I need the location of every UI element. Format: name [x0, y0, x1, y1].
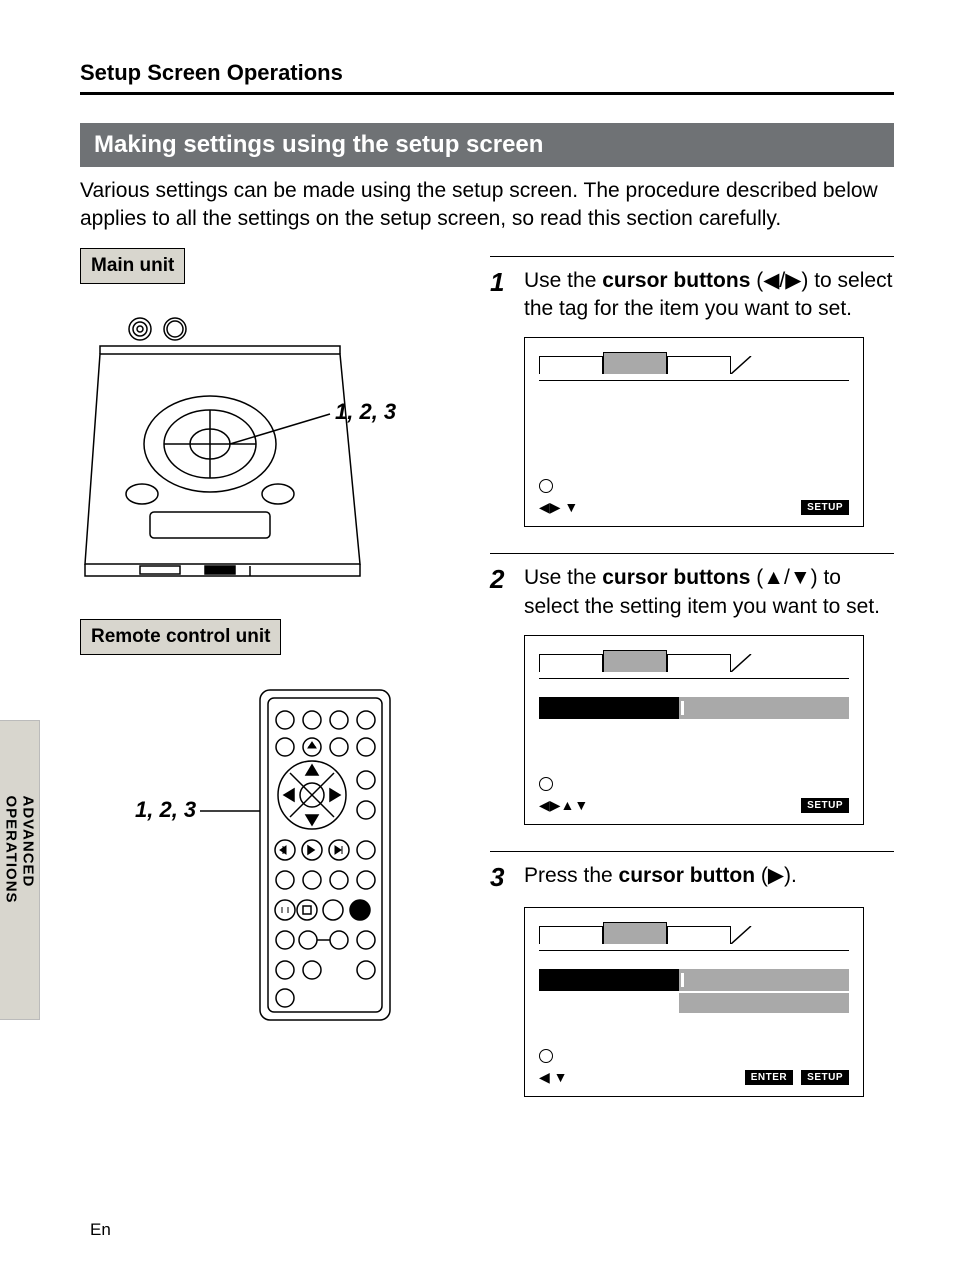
osd-tab — [539, 356, 603, 374]
intro-text: Various settings can be made using the s… — [80, 177, 894, 234]
side-tab-text: ADVANCED OPERATIONS — [3, 796, 37, 945]
leader-main-unit: 1, 2, 3 — [335, 399, 396, 425]
osd-tab — [667, 654, 731, 672]
t: cursor buttons — [602, 269, 750, 292]
osd-tab — [667, 356, 731, 374]
step-number: 3 — [490, 862, 514, 893]
step-number: 2 — [490, 564, 514, 621]
t: (◀/▶) — [750, 269, 808, 292]
t: cursor buttons — [602, 566, 750, 589]
leader-remote: 1, 2, 3 — [135, 797, 196, 823]
step-text: Use the cursor buttons (◀/▶) to select t… — [524, 267, 894, 324]
osd-screenshot-1: ◀▶ ▼ SETUP — [524, 337, 864, 527]
osd-option — [679, 993, 850, 1013]
osd-tab-slant — [731, 654, 761, 672]
section-header: Setup Screen Operations — [80, 60, 894, 86]
title-bar: Making settings using the setup screen — [80, 123, 894, 167]
step-text: Press the cursor button (▶). — [524, 862, 797, 893]
enter-badge: ENTER — [745, 1070, 793, 1085]
divider — [80, 92, 894, 95]
setup-badge: SETUP — [801, 798, 849, 813]
osd-tab-slant — [731, 926, 761, 944]
t: Use the — [524, 269, 602, 292]
osd-tab-active — [603, 352, 667, 374]
osd-foot-arrows: ◀▶ ▼ — [539, 499, 578, 516]
remote-illustration — [250, 685, 400, 1025]
osd-selected-item — [539, 697, 679, 719]
osd-tab-active — [603, 922, 667, 944]
footer-language: En — [90, 1220, 111, 1240]
step-1: 1 Use the cursor buttons (◀/▶) to select… — [490, 256, 894, 324]
t: Use the — [524, 566, 602, 589]
main-unit-illustration — [80, 294, 380, 594]
osd-selected-value — [679, 697, 850, 719]
step-number: 1 — [490, 267, 514, 324]
main-unit-label: Main unit — [80, 248, 185, 284]
osd-tab-active — [603, 650, 667, 672]
step-text: Use the cursor buttons (▲/▼) to select t… — [524, 564, 894, 621]
osd-selected-item — [539, 969, 679, 991]
t: Press the — [524, 864, 619, 887]
osd-foot-arrows: ◀ ▼ — [539, 1069, 568, 1086]
osd-screenshot-3: ◀ ▼ ENTER SETUP — [524, 907, 864, 1097]
leader-line — [200, 810, 260, 812]
setup-badge: SETUP — [801, 1070, 849, 1085]
step-2: 2 Use the cursor buttons (▲/▼) to select… — [490, 553, 894, 621]
osd-screenshot-2: ◀▶▲▼ SETUP — [524, 635, 864, 825]
t: (▲/▼) — [750, 566, 817, 589]
osd-selected-value — [679, 969, 850, 991]
osd-tab — [539, 654, 603, 672]
t: cursor button — [619, 864, 756, 887]
t: (▶). — [755, 864, 797, 887]
osd-tab — [539, 926, 603, 944]
side-tab: ADVANCED OPERATIONS — [0, 720, 40, 1020]
step-3: 3 Press the cursor button (▶). — [490, 851, 894, 893]
osd-tab-slant — [731, 356, 761, 374]
setup-badge: SETUP — [801, 500, 849, 515]
osd-foot-arrows: ◀▶▲▼ — [539, 797, 588, 814]
osd-tab — [667, 926, 731, 944]
remote-unit-label: Remote control unit — [80, 619, 281, 655]
